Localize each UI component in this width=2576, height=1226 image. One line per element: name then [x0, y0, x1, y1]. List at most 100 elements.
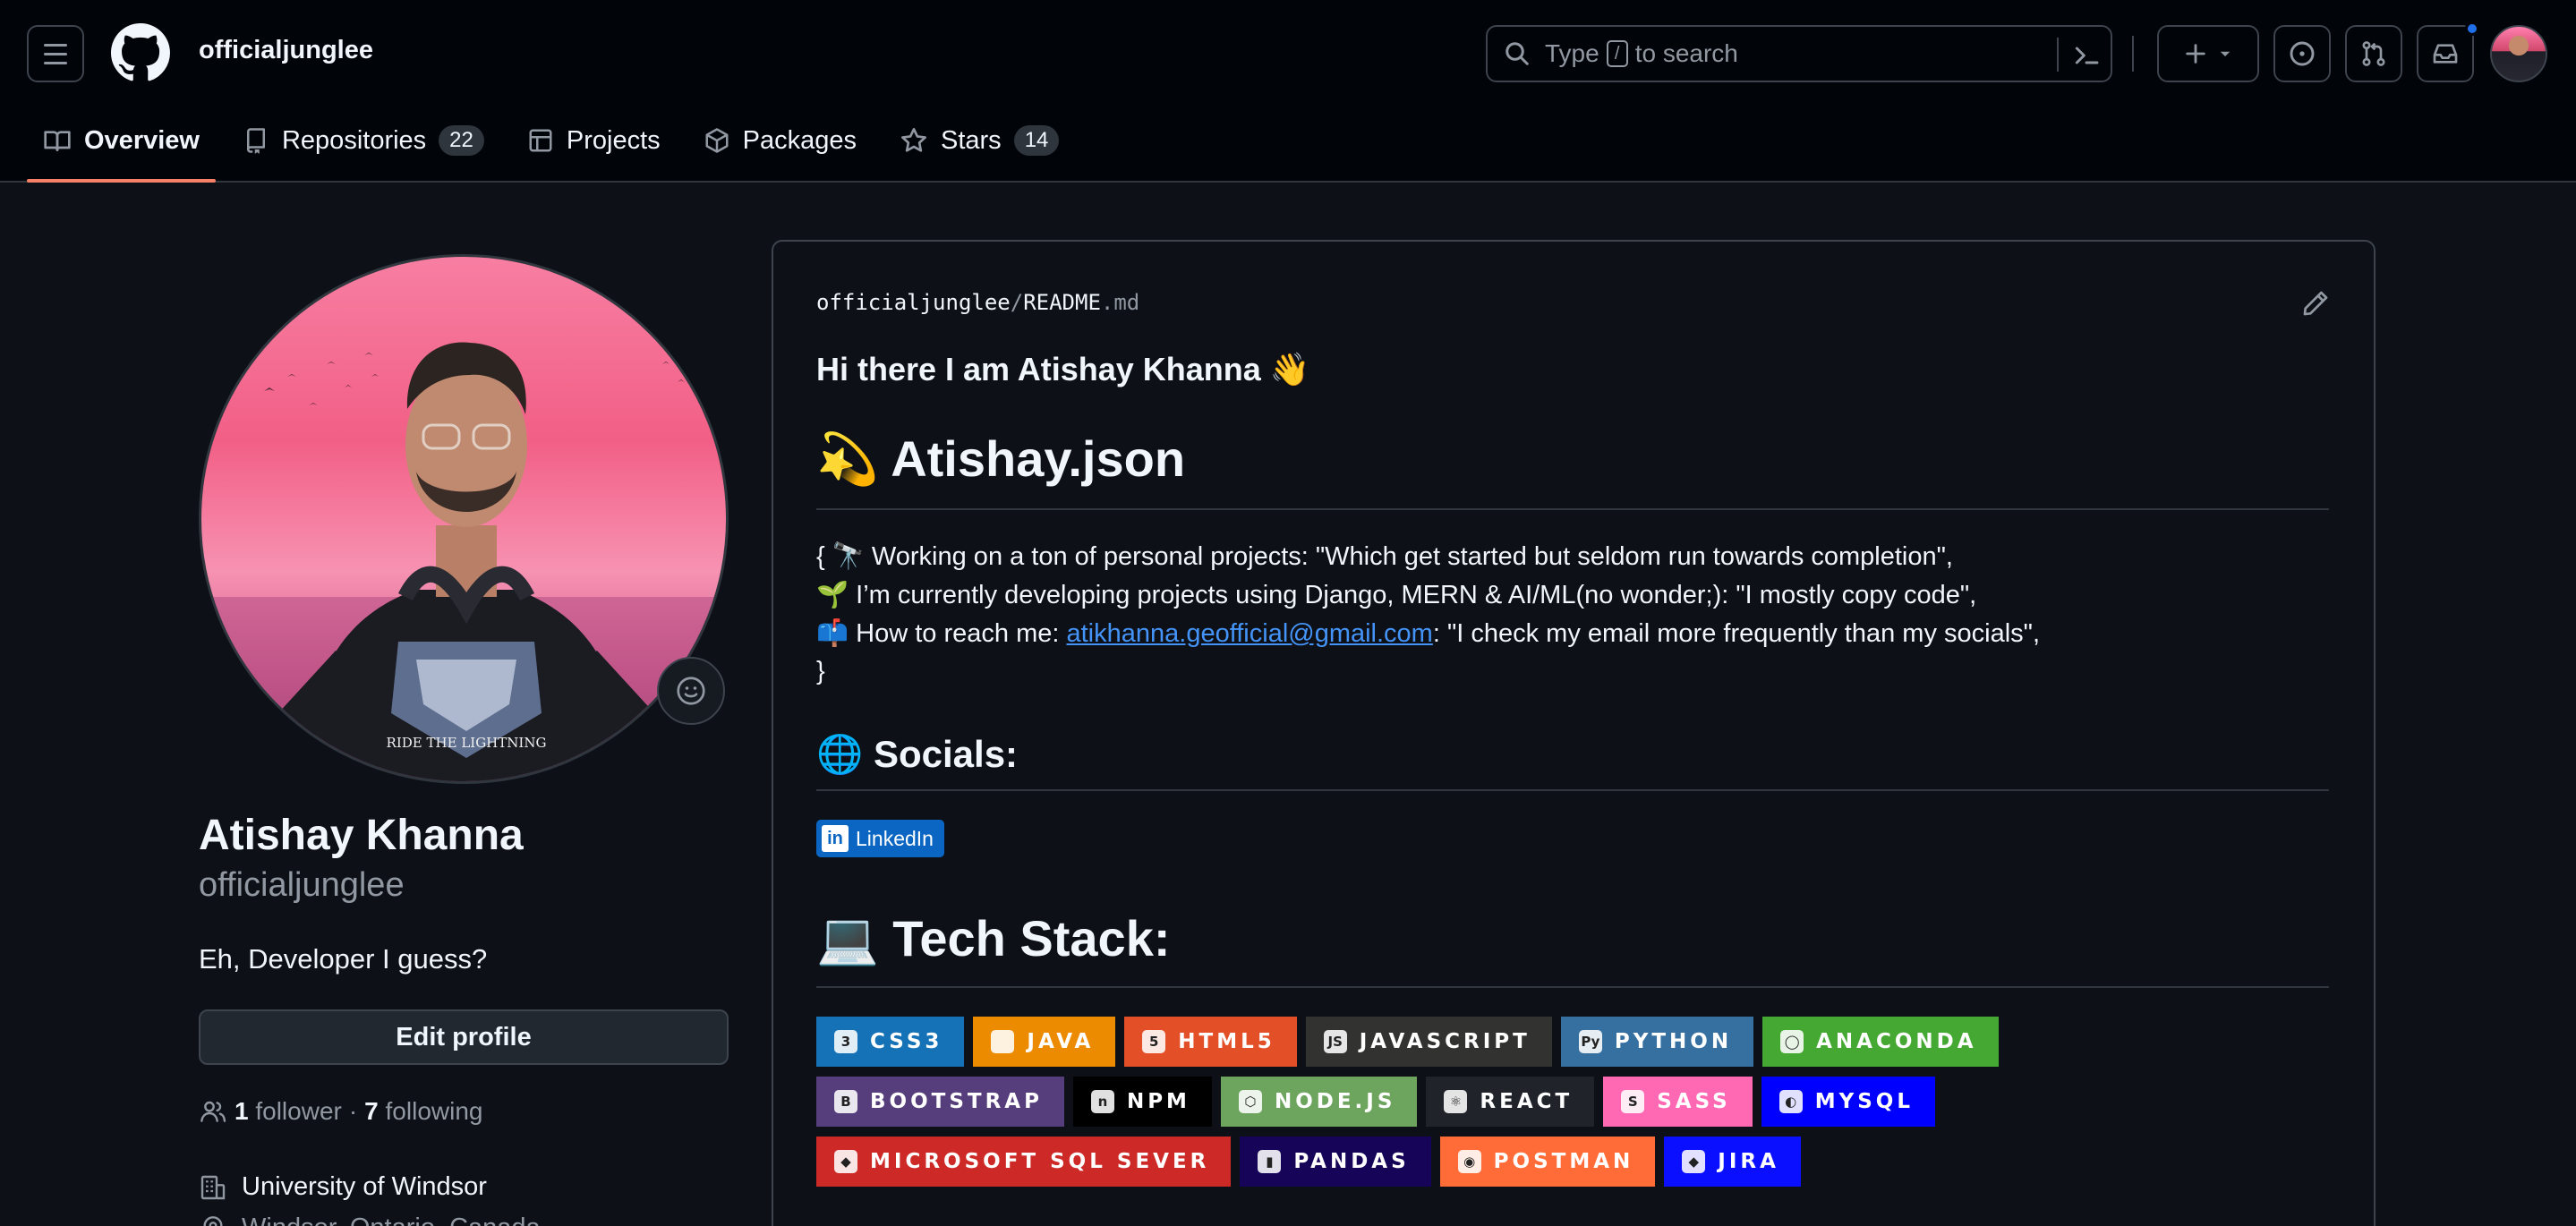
json-line-2: 🌱 I’m currently developing projects usin…: [816, 575, 2329, 614]
tech-badge[interactable]: S SASS: [1603, 1077, 1753, 1127]
laptop-emoji-icon: 💻: [816, 910, 879, 968]
following-link[interactable]: 7 following: [364, 1097, 482, 1126]
tech-badge-label: MICROSOFT SQL SEVER: [870, 1150, 1210, 1173]
tech-stack-badges: 3 CSS3 JAVA 5 HTML5 JS JAVASCRIPT Py PYTHON ◯ ANAC…: [816, 1017, 2248, 1187]
readme-path-user[interactable]: officialjunglee: [816, 290, 1011, 315]
socials-links: in LinkedIn: [816, 820, 2329, 857]
organization-name: University of Windsor: [242, 1172, 487, 1201]
tech-badge[interactable]: JS JAVASCRIPT: [1305, 1017, 1552, 1067]
tech-badge[interactable]: 5 HTML5: [1124, 1017, 1297, 1067]
tab-repositories-label: Repositories: [281, 125, 427, 155]
tab-overview[interactable]: Overview: [27, 113, 216, 183]
follow-stats: 1 follower · 7 following: [199, 1097, 482, 1126]
readme-title-text: Atishay.json: [891, 430, 1186, 487]
tech-badge[interactable]: ◯ ANACONDA: [1762, 1017, 1999, 1067]
inbox-icon: [2433, 44, 2458, 64]
tech-badge[interactable]: ◆ MICROSOFT SQL SEVER: [816, 1137, 1232, 1187]
json-line-3: 📫 How to reach me: atikhanna.geofficial@…: [816, 614, 2329, 652]
pull-requests-button[interactable]: [2345, 25, 2402, 82]
slash-key-hint: /: [1606, 40, 1628, 67]
tech-badge[interactable]: ⬡ NODE.JS: [1220, 1077, 1418, 1127]
search-placeholder-suffix: to search: [1634, 39, 1738, 67]
star-icon: [901, 128, 926, 152]
profile-avatar[interactable]: RIDE THE LIGHTNING: [199, 254, 729, 784]
tech-badge[interactable]: ⚛ REACT: [1426, 1077, 1595, 1127]
tab-packages[interactable]: Packages: [687, 113, 873, 168]
json-line-2-text: I’m currently developing projects using …: [856, 581, 1977, 609]
linkedin-badge[interactable]: in LinkedIn: [816, 820, 944, 857]
linkedin-label: LinkedIn: [856, 826, 934, 850]
tech-badge-label: POSTMAN: [1493, 1150, 1634, 1173]
smiley-icon: [677, 677, 705, 705]
tech-badge-label: PYTHON: [1614, 1030, 1733, 1053]
book-icon: [44, 131, 71, 151]
tech-badge-label: SASS: [1657, 1090, 1731, 1113]
organization-icon: [200, 1175, 226, 1199]
tab-projects[interactable]: Projects: [511, 113, 677, 168]
tech-badge-icon: ◯: [1780, 1030, 1804, 1053]
tech-badge-icon: ⬡: [1238, 1090, 1262, 1113]
tech-badge[interactable]: ◐ MYSQL: [1761, 1077, 1936, 1127]
dizzy-emoji-icon: 💫: [816, 430, 879, 489]
tech-badge[interactable]: n NPM: [1072, 1077, 1212, 1127]
tech-badge-icon: S: [1621, 1090, 1645, 1113]
follow-separator: ·: [348, 1097, 358, 1125]
create-new-button[interactable]: [2157, 25, 2259, 82]
repositories-count-badge: 22: [439, 125, 484, 156]
user-avatar-menu[interactable]: [2490, 25, 2547, 82]
tech-badge[interactable]: B BOOTSTRAP: [816, 1077, 1064, 1127]
followers-link[interactable]: 1 follower: [235, 1097, 342, 1126]
profile-bio: Eh, Developer I guess?: [199, 943, 488, 975]
tech-badge-icon: 3: [834, 1030, 857, 1053]
set-status-button[interactable]: [657, 657, 725, 725]
table-icon: [529, 129, 552, 152]
command-palette-icon[interactable]: [2071, 41, 2102, 70]
tab-projects-label: Projects: [566, 125, 661, 155]
triangle-down-icon: [2220, 51, 2231, 56]
github-logo-icon[interactable]: [111, 23, 170, 82]
tech-badge-label: BOOTSTRAP: [870, 1090, 1043, 1113]
tech-badge-label: ANACONDA: [1816, 1030, 1977, 1053]
search-placeholder-prefix: Type: [1545, 39, 1599, 67]
globe-emoji-icon: 🌐: [816, 732, 864, 776]
json-line-3-suffix: : "I check my email more frequently than…: [1432, 619, 2041, 648]
tech-badge-icon: B: [834, 1090, 857, 1113]
linkedin-icon: in: [822, 825, 849, 852]
readme-json-block: { 🔭 Working on a ton of personal project…: [816, 537, 2329, 690]
location-icon: [203, 1215, 223, 1226]
tab-repositories[interactable]: Repositories 22: [226, 113, 500, 168]
tech-badge[interactable]: ▮ PANDAS: [1240, 1137, 1431, 1187]
repo-icon: [246, 128, 265, 154]
tech-badge[interactable]: 3 CSS3: [816, 1017, 965, 1067]
tech-badge[interactable]: ◉ POSTMAN: [1439, 1137, 1656, 1187]
tech-badge-label: JIRA: [1718, 1150, 1779, 1173]
tech-badge[interactable]: ◆ JIRA: [1664, 1137, 1801, 1187]
tab-stars[interactable]: Stars 14: [883, 113, 1075, 168]
following-label: following: [385, 1097, 483, 1125]
inbox-button[interactable]: [2417, 25, 2474, 82]
pencil-icon[interactable]: [2300, 288, 2331, 319]
search-separator: [2057, 38, 2059, 72]
edit-profile-button[interactable]: Edit profile: [199, 1009, 729, 1065]
issues-button[interactable]: [2273, 25, 2331, 82]
tech-badge-label: REACT: [1480, 1090, 1574, 1113]
tech-badge-label: PANDAS: [1293, 1150, 1410, 1173]
profile-tabs: Overview Repositories 22 Projects Packag…: [27, 113, 1086, 183]
context-username[interactable]: officialjunglee: [199, 36, 373, 65]
open-brace: {: [816, 542, 825, 571]
search-placeholder: Type / to search: [1545, 39, 1738, 68]
tech-badge-label: JAVA: [1027, 1030, 1095, 1053]
menu-button[interactable]: [27, 25, 84, 82]
tech-badge[interactable]: JAVA: [973, 1017, 1116, 1067]
avatar-shirt-caption: RIDE THE LIGHTNING: [387, 735, 547, 751]
search-input[interactable]: Type / to search: [1486, 25, 2112, 82]
email-link[interactable]: atikhanna.geofficial@gmail.com: [1067, 619, 1433, 648]
profile-organization: University of Windsor: [199, 1172, 487, 1202]
json-line-3-prefix: How to reach me:: [856, 619, 1067, 648]
seedling-emoji-icon: 🌱: [816, 579, 849, 609]
socials-heading-text: Socials:: [873, 733, 1019, 775]
tech-badge-icon: JS: [1323, 1030, 1347, 1053]
search-icon: [1506, 42, 1529, 65]
tech-badge[interactable]: Py PYTHON: [1560, 1017, 1754, 1067]
following-count: 7: [364, 1097, 379, 1125]
